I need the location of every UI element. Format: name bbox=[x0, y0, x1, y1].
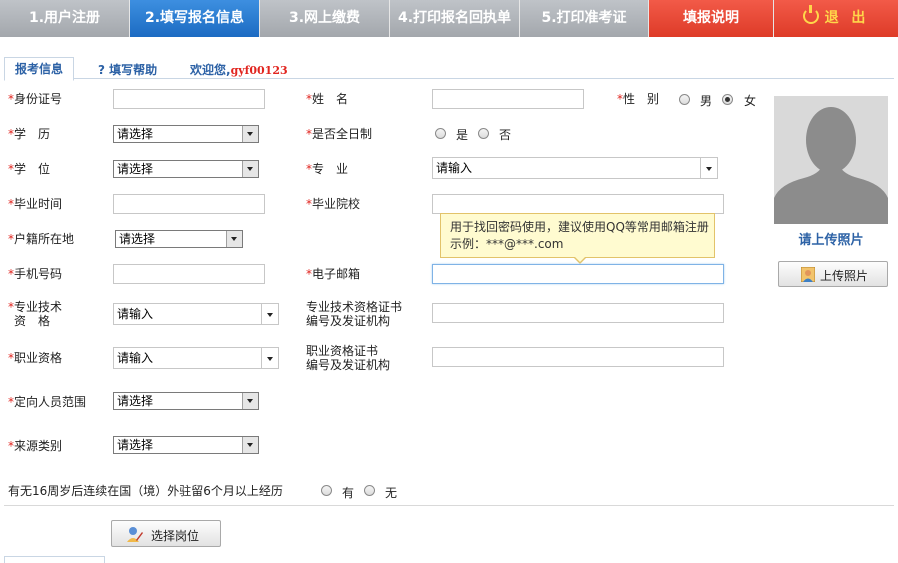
divider bbox=[4, 505, 894, 506]
label-name: *姓 名 bbox=[306, 92, 349, 106]
upload-photo-label: 上传照片 bbox=[820, 269, 869, 283]
step-register[interactable]: 1.用户注册 bbox=[0, 0, 130, 37]
logout-button[interactable]: 退 出 bbox=[774, 0, 898, 37]
chevron-down-icon bbox=[700, 158, 717, 178]
degree-select[interactable]: 请选择 bbox=[113, 160, 259, 178]
chevron-down-icon bbox=[226, 231, 242, 247]
abroad-yes-radio[interactable] bbox=[321, 485, 332, 496]
upload-photo-button[interactable]: 上传照片 bbox=[778, 261, 888, 287]
chevron-down-icon bbox=[242, 393, 258, 409]
chevron-down-icon bbox=[242, 126, 258, 142]
label-education: *学 历 bbox=[8, 127, 51, 141]
label-hukou: *户籍所在地 bbox=[8, 232, 75, 246]
tooltip-line-1: 用于找回密码使用，建议使用QQ等常用邮箱注册 bbox=[450, 220, 709, 234]
welcome-label: 欢迎您, bbox=[190, 63, 231, 77]
gender-female-radio[interactable] bbox=[722, 94, 733, 105]
username: gyf00123 bbox=[230, 64, 288, 77]
chevron-down-icon bbox=[261, 304, 278, 324]
job-certificate-input[interactable] bbox=[432, 347, 724, 367]
major-combo[interactable]: 请输入 bbox=[432, 157, 718, 179]
id-card-input[interactable] bbox=[113, 89, 265, 109]
label-grad-time: *毕业时间 bbox=[8, 197, 63, 211]
label-abroad-experience: 有无16周岁后连续在国（境）外驻留6个月以上经历 bbox=[8, 484, 283, 498]
email-hint-tooltip: 用于找回密码使用，建议使用QQ等常用邮箱注册 示例：***@***.com bbox=[440, 213, 715, 264]
label-email: *电子邮箱 bbox=[306, 267, 361, 281]
user-upload-icon bbox=[800, 266, 816, 285]
label-grad-school: *毕业院校 bbox=[306, 197, 361, 211]
label-gender: *性 别 bbox=[617, 92, 660, 106]
tab-exam-info[interactable]: 报考信息 bbox=[4, 57, 74, 81]
fulltime-yes-label: 是 bbox=[456, 128, 469, 142]
job-qualification-combo[interactable]: 请输入 bbox=[113, 347, 279, 369]
gender-female-label: 女 bbox=[744, 94, 757, 108]
grad-time-input[interactable] bbox=[113, 194, 265, 214]
label-tech-certificate: 专业技术资格证书 编号及发证机构 bbox=[306, 300, 403, 328]
source-type-select[interactable]: 请选择 bbox=[113, 436, 259, 454]
gender-male-label: 男 bbox=[700, 94, 713, 108]
step-navigation: 1.用户注册 2.填写报名信息 3.网上缴费 4.打印报名回执单 5.打印准考证… bbox=[0, 0, 898, 37]
target-scope-select[interactable]: 请选择 bbox=[113, 392, 259, 410]
email-input[interactable] bbox=[432, 264, 724, 284]
tech-certificate-input[interactable] bbox=[432, 303, 724, 323]
education-select[interactable]: 请选择 bbox=[113, 125, 259, 143]
label-target-scope: *定向人员范围 bbox=[8, 395, 87, 409]
power-icon bbox=[802, 5, 819, 24]
logout-label: 退 出 bbox=[824, 10, 870, 26]
label-tech-qualification: *专业技术资 格 bbox=[8, 300, 63, 328]
label-major: *专 业 bbox=[306, 162, 349, 176]
label-job-qualification: *职业资格 bbox=[8, 351, 63, 365]
fulltime-no-label: 否 bbox=[499, 128, 512, 142]
label-fulltime: *是否全日制 bbox=[306, 127, 373, 141]
tab-fill-help[interactable]: ? 填写帮助 bbox=[98, 61, 157, 78]
step-payment[interactable]: 3.网上缴费 bbox=[260, 0, 390, 37]
person-silhouette-icon bbox=[774, 96, 888, 224]
step-print-receipt[interactable]: 4.打印报名回执单 bbox=[390, 0, 520, 37]
abroad-no-label: 无 bbox=[385, 486, 398, 500]
step-print-admission[interactable]: 5.打印准考证 bbox=[520, 0, 649, 37]
tooltip-line-2: 示例：***@***.com bbox=[450, 237, 564, 251]
name-input[interactable] bbox=[432, 89, 584, 109]
tab-underline bbox=[4, 78, 894, 79]
instructions-button[interactable]: 填报说明 bbox=[649, 0, 774, 37]
fulltime-no-radio[interactable] bbox=[478, 128, 489, 139]
chevron-down-icon bbox=[242, 437, 258, 453]
label-id-card: *身份证号 bbox=[8, 92, 63, 106]
grad-school-input[interactable] bbox=[432, 194, 724, 214]
upload-photo-prompt[interactable]: 请上传照片 bbox=[774, 229, 888, 248]
select-position-label: 选择岗位 bbox=[151, 529, 200, 543]
chevron-down-icon bbox=[261, 348, 278, 368]
abroad-no-radio[interactable] bbox=[364, 485, 375, 496]
mobile-input[interactable] bbox=[113, 264, 265, 284]
pen-user-icon bbox=[127, 526, 143, 545]
gender-male-radio[interactable] bbox=[679, 94, 690, 105]
tech-qualification-combo[interactable]: 请输入 bbox=[113, 303, 279, 325]
label-degree: *学 位 bbox=[8, 162, 51, 176]
label-job-certificate: 职业资格证书 编号及发证机构 bbox=[306, 344, 391, 372]
welcome-text: 欢迎您,gyf00123 bbox=[190, 61, 288, 78]
abroad-yes-label: 有 bbox=[342, 486, 355, 500]
fulltime-yes-radio[interactable] bbox=[435, 128, 446, 139]
chevron-down-icon bbox=[242, 161, 258, 177]
hukou-select[interactable]: 请选择 bbox=[115, 230, 243, 248]
select-position-button[interactable]: 选择岗位 bbox=[111, 520, 221, 547]
label-source-type: *来源类别 bbox=[8, 439, 63, 453]
label-mobile: *手机号码 bbox=[8, 267, 63, 281]
step-fill-info[interactable]: 2.填写报名信息 bbox=[130, 0, 260, 37]
photo-placeholder bbox=[774, 96, 888, 224]
